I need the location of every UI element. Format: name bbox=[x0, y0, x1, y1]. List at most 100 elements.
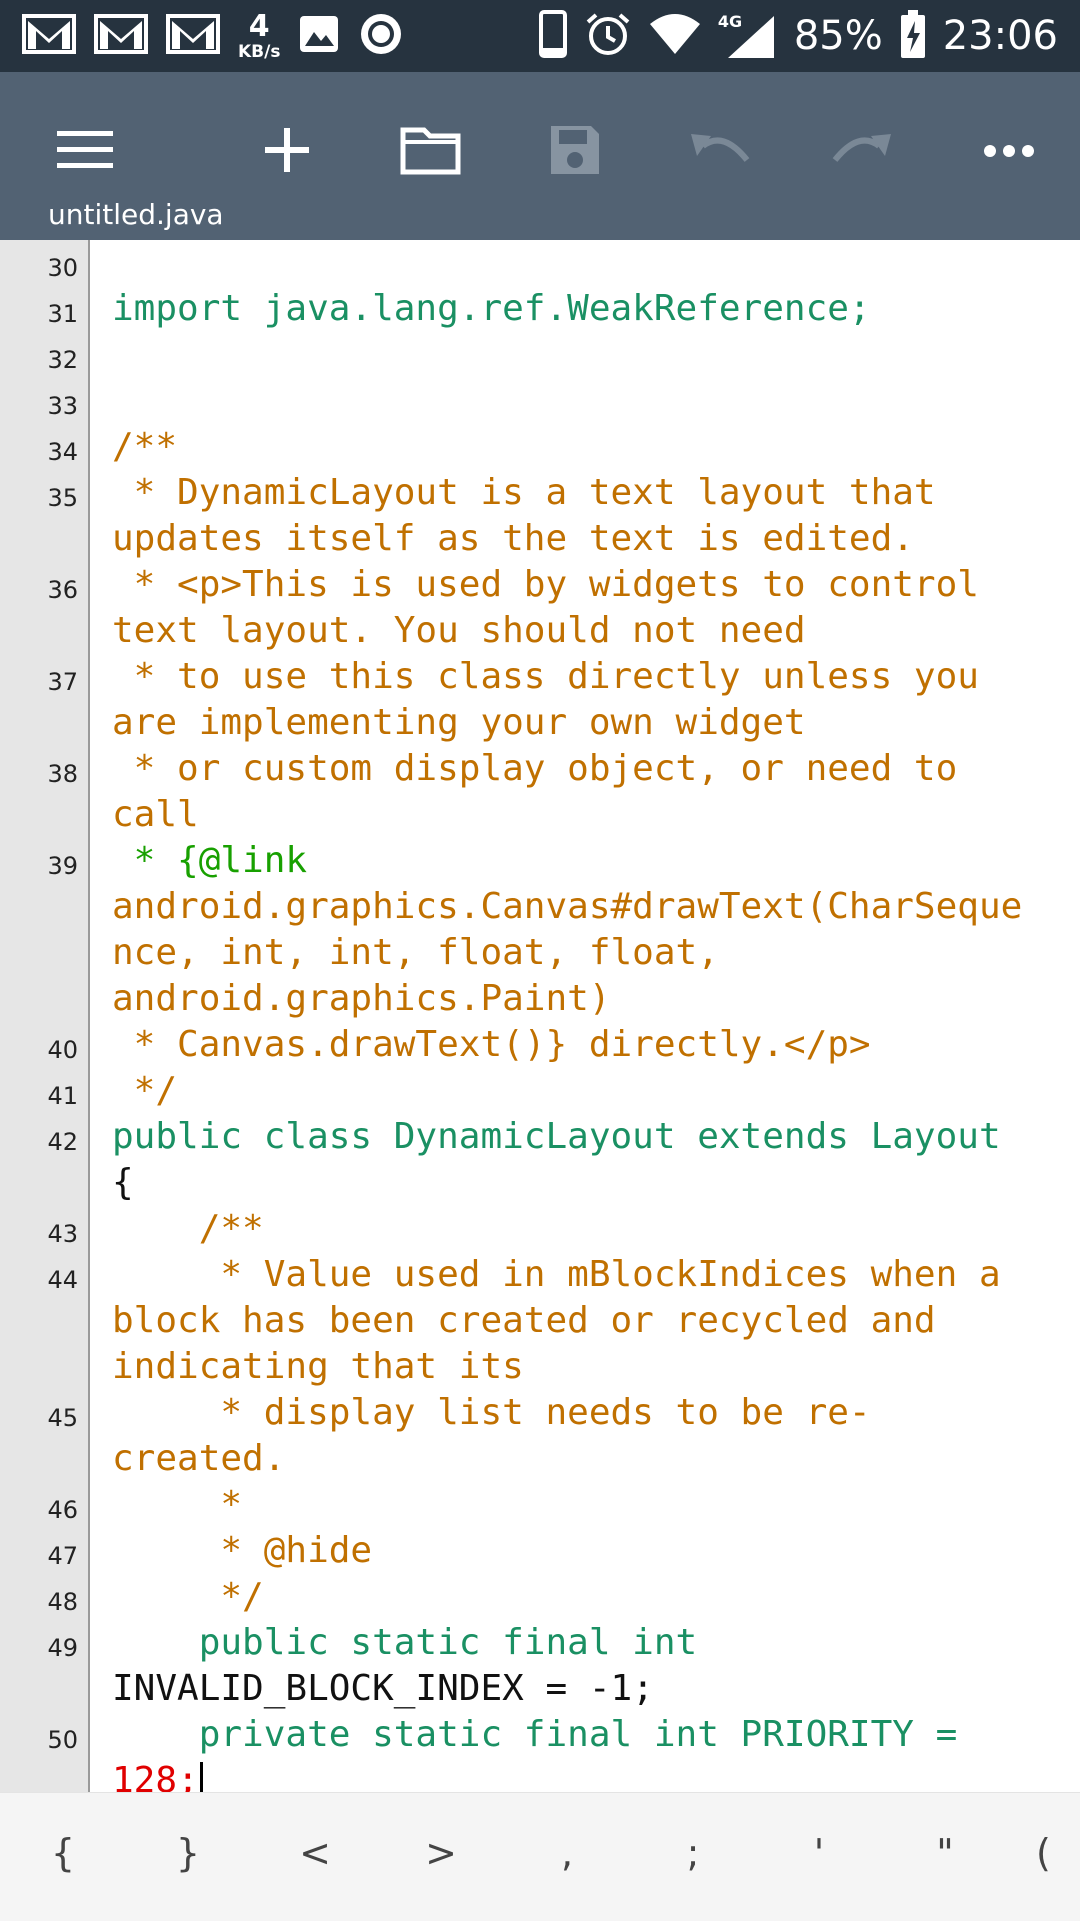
code-line: * DynamicLayout is a text layout that bbox=[112, 470, 936, 516]
code-line: */ bbox=[112, 1068, 177, 1114]
undo-button[interactable] bbox=[674, 112, 764, 192]
code-line: nce, int, int, float, float, bbox=[112, 930, 719, 976]
code-line: public static final int bbox=[112, 1620, 698, 1666]
open-folder-button[interactable] bbox=[386, 112, 476, 192]
menu-icon bbox=[55, 128, 115, 176]
code-line: created. bbox=[112, 1436, 285, 1482]
code-row-text: android.graphics.Canvas#drawText(CharSeq… bbox=[112, 886, 1023, 927]
network-speed: 4 KB/s bbox=[238, 8, 281, 62]
code-row-text: * Value used in mBlockIndices when a bbox=[112, 1254, 1001, 1295]
code-line: * <p>This is used by widgets to control bbox=[112, 562, 979, 608]
code-row-text: nce, int, int, float, float, bbox=[112, 932, 719, 973]
code-row-text: * {@link bbox=[112, 840, 308, 881]
battery-charging-icon bbox=[899, 9, 927, 63]
code-editor[interactable]: 30 31 32 33 34 35 36 37 38 39 40 41 42 4… bbox=[0, 240, 1080, 1792]
add-icon bbox=[263, 126, 311, 178]
status-bar: 4 KB/s 4G 85% 23:06 bbox=[0, 0, 1080, 72]
line-number-gutter: 30 31 32 33 34 35 36 37 38 39 40 41 42 4… bbox=[0, 240, 90, 1792]
redo-button[interactable] bbox=[818, 112, 908, 192]
symbol-input-bar: { } < > , ; ' " ( bbox=[0, 1792, 1080, 1921]
line-number: 32 bbox=[47, 346, 78, 374]
code-line: */ bbox=[112, 1574, 263, 1620]
code-line: * to use this class directly unless you bbox=[112, 654, 979, 700]
code-line: * or custom display object, or need to bbox=[112, 746, 958, 792]
symbol-key[interactable]: ' bbox=[784, 1823, 854, 1883]
text-cursor bbox=[199, 1762, 203, 1792]
line-number: 34 bbox=[47, 438, 78, 466]
code-row-text: private static final int PRIORITY = bbox=[112, 1714, 958, 1755]
signal-icon: 4G bbox=[718, 12, 778, 60]
line-number: 37 bbox=[47, 668, 78, 696]
symbol-key[interactable]: ( bbox=[1036, 1823, 1080, 1883]
code-line: android.graphics.Canvas#drawText(CharSeq… bbox=[112, 884, 1022, 930]
status-bar-left: 4 KB/s bbox=[22, 8, 404, 64]
symbol-key[interactable]: ; bbox=[658, 1823, 728, 1883]
symbol-key[interactable]: , bbox=[532, 1823, 602, 1883]
line-number: 31 bbox=[47, 300, 78, 328]
code-row-text: 128; bbox=[112, 1760, 199, 1792]
wifi-icon bbox=[648, 12, 702, 60]
code-row-text: * to use this class directly unless you bbox=[112, 656, 979, 697]
code-row-text: are implementing your own widget bbox=[112, 702, 806, 743]
code-row-text: updates itself as the text is edited. bbox=[112, 518, 914, 559]
save-icon bbox=[547, 122, 603, 182]
folder-icon bbox=[400, 124, 462, 180]
editor-toolbar: untitled.java bbox=[0, 72, 1080, 240]
code-row-text: /** bbox=[112, 426, 178, 467]
code-line: updates itself as the text is edited. bbox=[112, 516, 914, 562]
new-file-button[interactable] bbox=[242, 112, 332, 192]
more-icon bbox=[983, 143, 1035, 162]
code-line: are implementing your own widget bbox=[112, 700, 806, 746]
code-line: /** bbox=[112, 424, 177, 470]
code-line: 128; bbox=[112, 1758, 203, 1792]
line-number: 43 bbox=[47, 1220, 78, 1248]
code-row-text: INVALID_BLOCK_INDEX = -1; bbox=[112, 1668, 654, 1709]
gmail-icon bbox=[94, 13, 148, 59]
code-line: private static final int PRIORITY = bbox=[112, 1712, 958, 1758]
code-row-text: * bbox=[112, 1484, 243, 1525]
code-row-text: public class DynamicLayout extends Layou… bbox=[112, 1116, 1001, 1157]
code-row-text: /** bbox=[112, 1208, 264, 1249]
battery-percentage: 85% bbox=[793, 13, 883, 59]
gmail-icon bbox=[22, 13, 76, 59]
symbol-key[interactable]: " bbox=[910, 1823, 980, 1883]
symbol-key[interactable]: < bbox=[280, 1823, 350, 1883]
code-row-text: * <p>This is used by widgets to control bbox=[112, 564, 979, 605]
code-row-text: * display list needs to be re- bbox=[112, 1392, 871, 1433]
code-line: { bbox=[112, 1160, 134, 1206]
line-number: 30 bbox=[47, 254, 78, 282]
image-icon bbox=[298, 14, 340, 58]
code-line: block has been created or recycled and bbox=[112, 1298, 936, 1344]
undo-icon bbox=[687, 130, 751, 174]
code-line: * bbox=[112, 1482, 242, 1528]
code-line: import java.lang.ref.WeakReference; bbox=[112, 286, 871, 332]
line-number: 33 bbox=[47, 392, 78, 420]
code-line: * display list needs to be re- bbox=[112, 1390, 871, 1436]
line-number: 49 bbox=[47, 1634, 78, 1662]
alarm-icon bbox=[584, 10, 632, 62]
code-line: call bbox=[112, 792, 199, 838]
line-number: 39 bbox=[47, 852, 78, 880]
line-number: 47 bbox=[47, 1542, 78, 1570]
code-line: /** bbox=[112, 1206, 264, 1252]
phone-icon bbox=[538, 10, 568, 62]
code-line: public class DynamicLayout extends Layou… bbox=[112, 1114, 1001, 1160]
status-bar-right: 4G 85% 23:06 bbox=[538, 8, 1058, 64]
code-line: text layout. You should not need bbox=[112, 608, 806, 654]
network-speed-value: 4 bbox=[248, 8, 270, 44]
code-row-text: * or custom display object, or need to bbox=[112, 748, 958, 789]
file-name-tab[interactable]: untitled.java bbox=[48, 198, 224, 231]
code-line: INVALID_BLOCK_INDEX = -1; bbox=[112, 1666, 654, 1712]
symbol-key[interactable]: } bbox=[153, 1823, 223, 1883]
save-button[interactable] bbox=[530, 112, 620, 192]
line-number: 50 bbox=[47, 1726, 78, 1754]
symbol-key[interactable]: > bbox=[406, 1823, 476, 1883]
line-number: 46 bbox=[47, 1496, 78, 1524]
code-row-text: block has been created or recycled and bbox=[112, 1300, 936, 1341]
line-number: 48 bbox=[47, 1588, 78, 1616]
more-options-button[interactable] bbox=[964, 112, 1054, 192]
symbol-key[interactable]: { bbox=[28, 1823, 98, 1883]
network-speed-unit: KB/s bbox=[238, 41, 281, 62]
code-row-text: android.graphics.Paint) bbox=[112, 978, 611, 1019]
menu-button[interactable] bbox=[40, 112, 130, 192]
